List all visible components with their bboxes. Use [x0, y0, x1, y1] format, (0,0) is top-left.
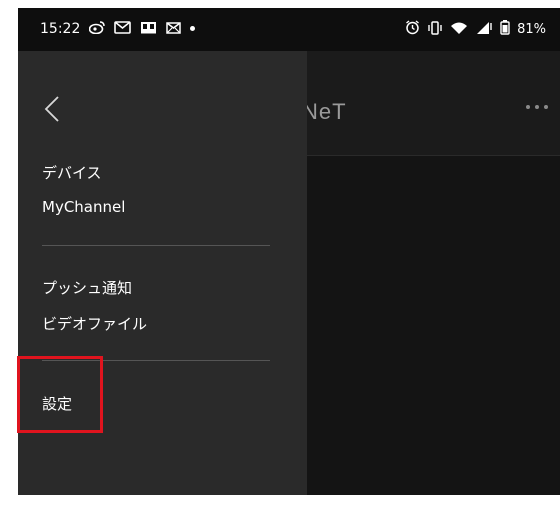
signal-icon [475, 21, 493, 39]
drawer-item-mychannel[interactable]: MyChannel [42, 198, 125, 216]
alarm-icon [405, 20, 420, 39]
battery-icon [500, 20, 510, 39]
drawer-item-push-notification[interactable]: プッシュ通知 [42, 277, 132, 298]
status-left: 15:22 [40, 20, 196, 37]
wifi-icon [450, 21, 468, 39]
book-icon [140, 21, 157, 37]
divider [42, 245, 270, 246]
vibrate-icon [427, 20, 443, 39]
highlight-box [17, 356, 103, 433]
app-title: NeT [302, 99, 347, 124]
notification-dot-icon [190, 26, 196, 31]
drawer-item-device[interactable]: デバイス [42, 162, 102, 183]
weibo-icon [89, 20, 106, 37]
status-right: 81% [405, 20, 546, 39]
gmail-icon [114, 20, 132, 37]
mail-icon [166, 20, 182, 37]
more-dots-icon[interactable] [526, 105, 548, 109]
status-time: 15:22 [40, 20, 81, 37]
chevron-left-icon [44, 96, 59, 122]
back-button[interactable] [38, 93, 66, 125]
status-bar: 15:22 81% [18, 8, 560, 51]
battery-percent: 81% [517, 22, 546, 37]
drawer-item-video-file[interactable]: ビデオファイル [42, 313, 147, 334]
